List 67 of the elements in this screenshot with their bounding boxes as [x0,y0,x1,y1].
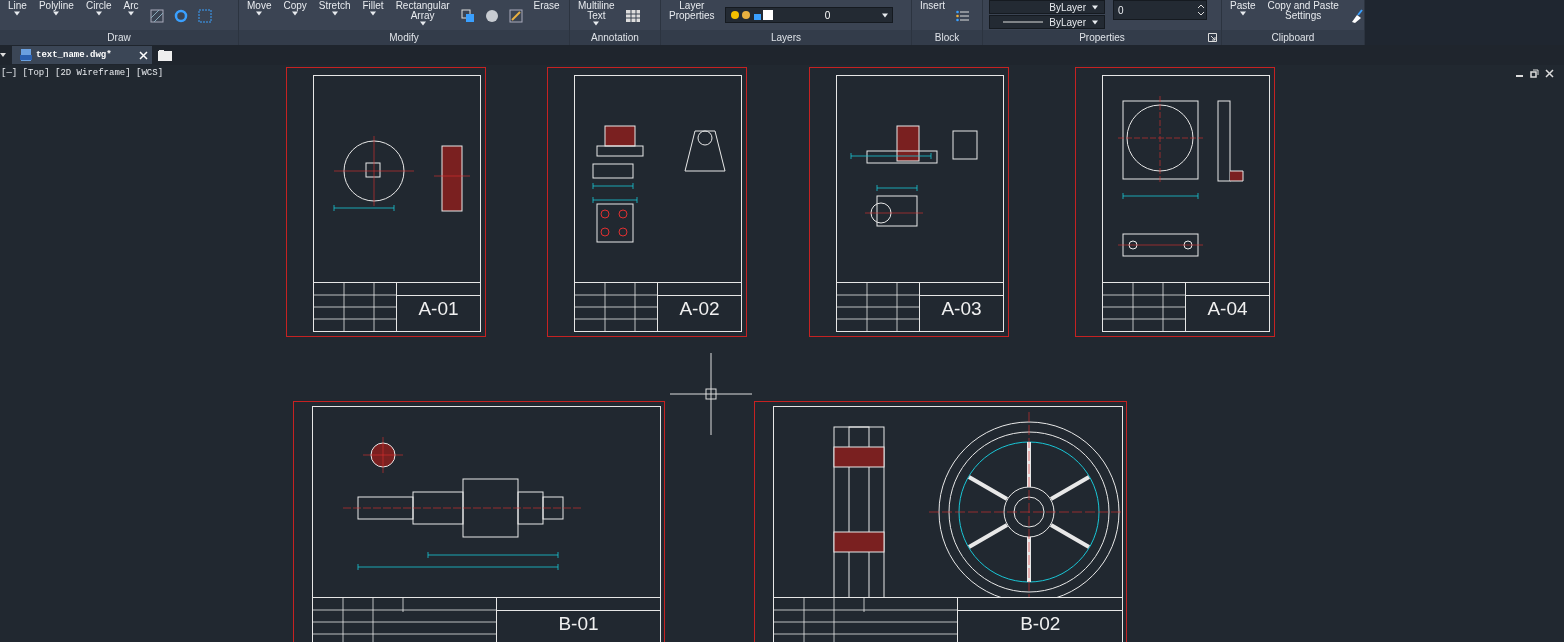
panel-title: Annotation [591,32,639,43]
crosshair-cursor-icon [670,353,752,435]
ribbon-tool-button[interactable]: Rectangular Array [393,0,452,27]
caret-icon [1239,11,1246,16]
ribbon-tool-button[interactable]: Polyline [36,0,76,17]
ribbon-tool-button[interactable]: Copy [281,0,309,17]
ribbon-tool-button[interactable]: Move [245,0,274,17]
caret-icon [881,12,888,18]
viewport-controls[interactable]: [—] [Top] [2D Wireframe] [WCS] [1,68,164,78]
ribbon-tool-button[interactable]: Fillet [360,0,386,17]
caret-icon [419,21,426,26]
sheet-number: A-03 [940,297,983,320]
sphere-icon[interactable] [484,9,499,23]
caret-icon [128,11,134,16]
dialog-launcher-icon[interactable] [1208,33,1217,42]
close-icon[interactable] [1545,69,1554,78]
restore-icon[interactable] [1530,69,1539,78]
panel-title: Properties [1079,32,1125,43]
caret-icon [53,11,60,16]
sheet-number: A-02 [678,297,721,320]
ribbon-tool-button[interactable]: Line [6,0,29,17]
ribbon-tool-button[interactable]: Arc [121,0,141,17]
sheet-number: B-02 [1019,612,1062,635]
panel-title: Draw [107,32,131,43]
panel-title: Layers [771,32,801,43]
caret-icon [370,11,377,16]
document-tab[interactable]: text_name.dwg* [12,46,152,64]
caret-icon [1092,4,1098,10]
layer-dropdown[interactable]: 0 [724,7,893,23]
sheet-number: B-01 [557,612,600,635]
table-icon[interactable] [625,10,640,22]
circle-icon[interactable] [173,9,188,23]
tab-label: text_name.dwg* [36,50,113,60]
caret-icon [1092,19,1098,25]
ribbon-tool-button[interactable]: Stretch [316,0,353,17]
edit-icon[interactable] [508,9,523,23]
hatch-icon[interactable] [149,9,164,23]
caret-icon [95,11,102,16]
layer-name: 0 [823,9,832,21]
ribbon-tool-button[interactable]: Circle [83,0,114,17]
ribbon-tool-button[interactable]: Layer Properties [667,0,717,22]
layer-state-icons [729,9,774,21]
sheet-number: A-04 [1206,297,1249,320]
panel-title: Clipboard [1271,32,1315,43]
ribbon-tool-button[interactable]: Paste [1228,0,1258,17]
caret-icon [292,11,299,16]
ribbon-tool-button[interactable]: Copy and Paste Settings [1265,0,1341,22]
caret-icon [256,11,263,16]
lineweight-icon [1003,21,1044,23]
spinner-field[interactable]: 0 [1113,0,1207,20]
caret-icon [331,11,338,16]
new-tab-icon[interactable] [158,49,172,61]
dwg-file-icon [20,49,32,61]
copy-layers-icon[interactable] [460,9,475,23]
property-dropdown[interactable]: ByLayer [989,0,1105,14]
ribbon-tool-button[interactable]: Erase [531,0,562,12]
caret-icon [14,11,21,16]
list-icon[interactable] [956,9,970,23]
tab-menu-caret-icon[interactable] [0,51,6,59]
spinner-arrows-icon [1196,2,1206,18]
caret-icon [593,21,600,26]
panel-title: Block [934,32,960,43]
sheet-number: A-01 [417,297,460,320]
property-dropdown[interactable]: ByLayer [989,15,1105,29]
ribbon-tool-button[interactable]: Insert [918,0,947,12]
ribbon-tool-button[interactable]: Multiline Text [576,0,617,27]
panel-title: Modify [389,32,419,43]
